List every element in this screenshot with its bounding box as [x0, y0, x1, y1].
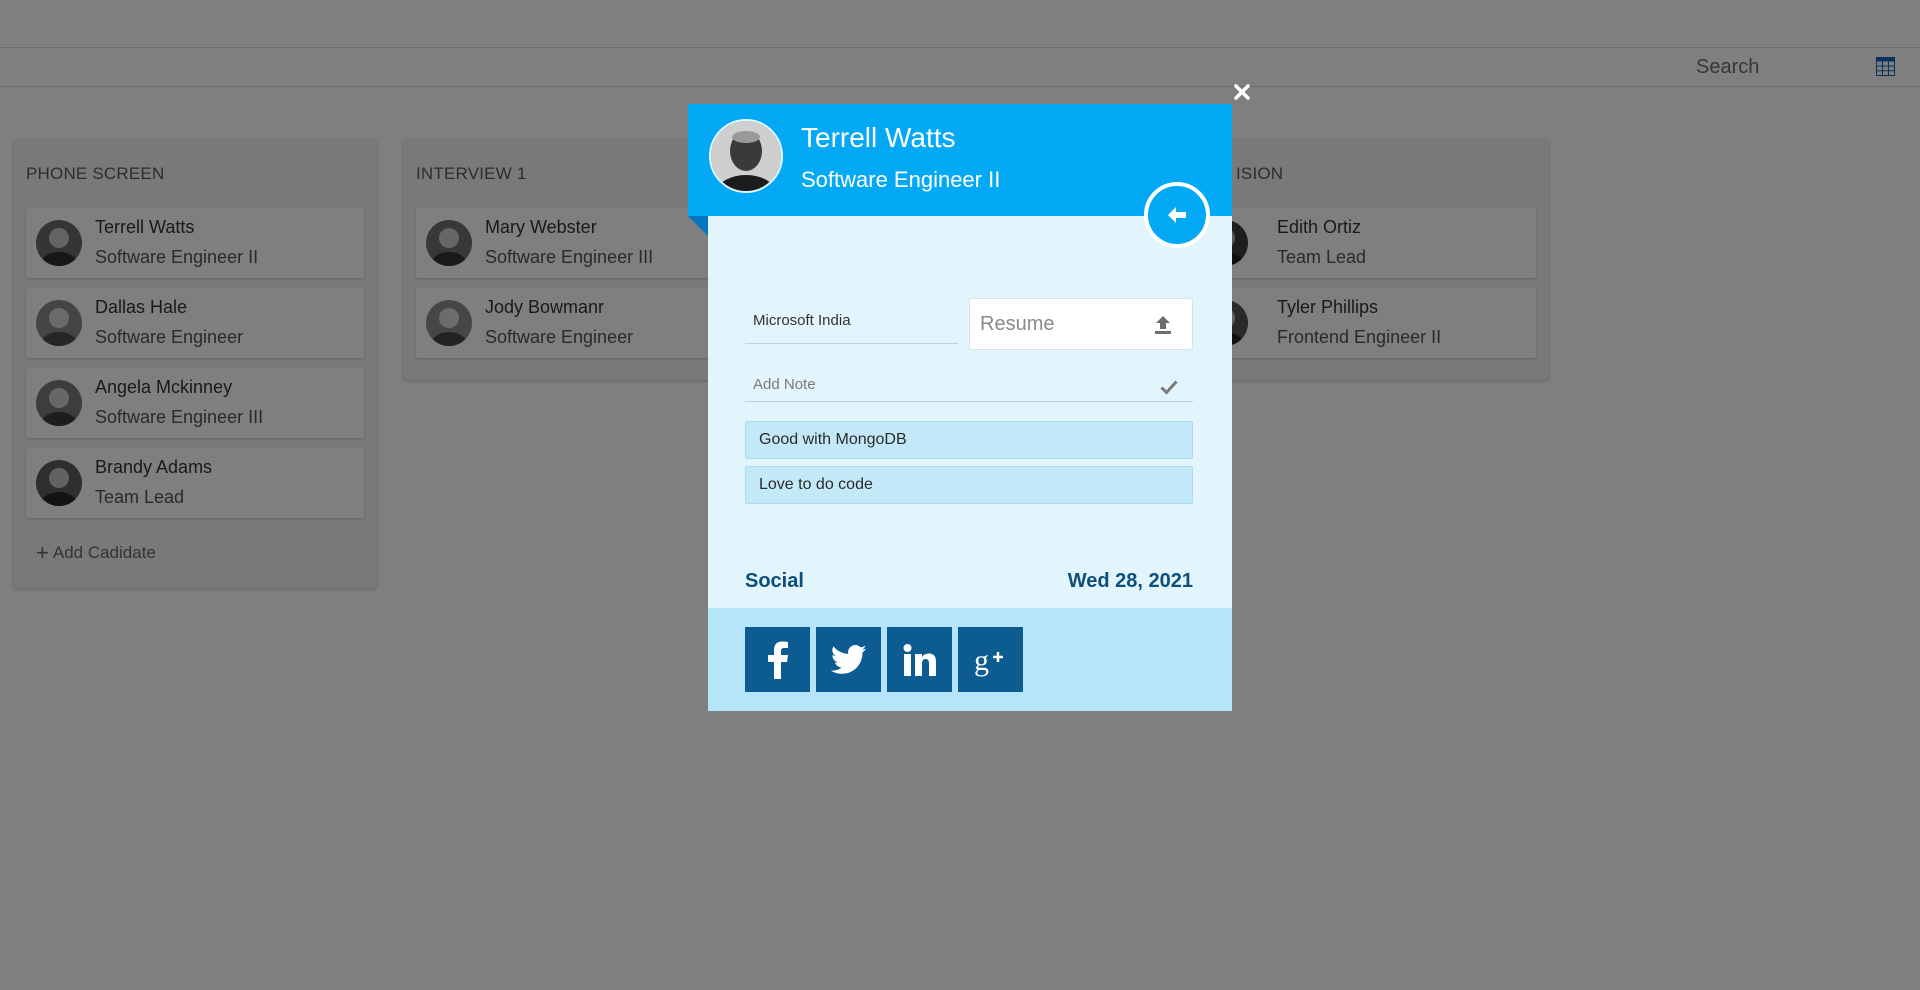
candidate-role: Software Engineer II [801, 167, 1001, 192]
company-field[interactable] [745, 298, 958, 344]
resume-label: Resume [980, 313, 1055, 335]
upload-icon [1155, 316, 1171, 334]
google-plus-button[interactable]: g [958, 627, 1023, 692]
twitter-icon [830, 644, 866, 674]
facebook-button[interactable] [745, 627, 810, 692]
google-plus-icon: g [974, 644, 1003, 677]
modal-body [708, 216, 1232, 608]
date-label: Wed 28, 2021 [1067, 570, 1193, 592]
note-text: Good with MongoDB [759, 431, 907, 448]
arrow-left-icon [1168, 207, 1186, 223]
facebook-icon [767, 641, 788, 679]
check-icon[interactable] [1160, 379, 1178, 395]
linkedin-icon [903, 643, 936, 676]
twitter-button[interactable] [816, 627, 881, 692]
avatar [709, 119, 783, 193]
resume-upload[interactable]: Resume [969, 298, 1193, 350]
linkedin-button[interactable] [887, 627, 952, 692]
note-item: Love to do code [745, 466, 1193, 504]
svg-text:g: g [974, 644, 989, 677]
candidate-name: Terrell Watts [801, 122, 956, 153]
add-note-input[interactable] [745, 368, 1193, 402]
header-fold [688, 216, 708, 236]
back-button[interactable] [1144, 182, 1210, 248]
note-text: Love to do code [759, 476, 873, 493]
candidate-detail-modal: Terrell Watts Software Engineer II Resum… [688, 84, 1250, 711]
close-icon[interactable] [1232, 82, 1252, 102]
note-item: Good with MongoDB [745, 421, 1193, 459]
social-bar: g [708, 608, 1232, 711]
social-heading: Social [745, 570, 804, 592]
